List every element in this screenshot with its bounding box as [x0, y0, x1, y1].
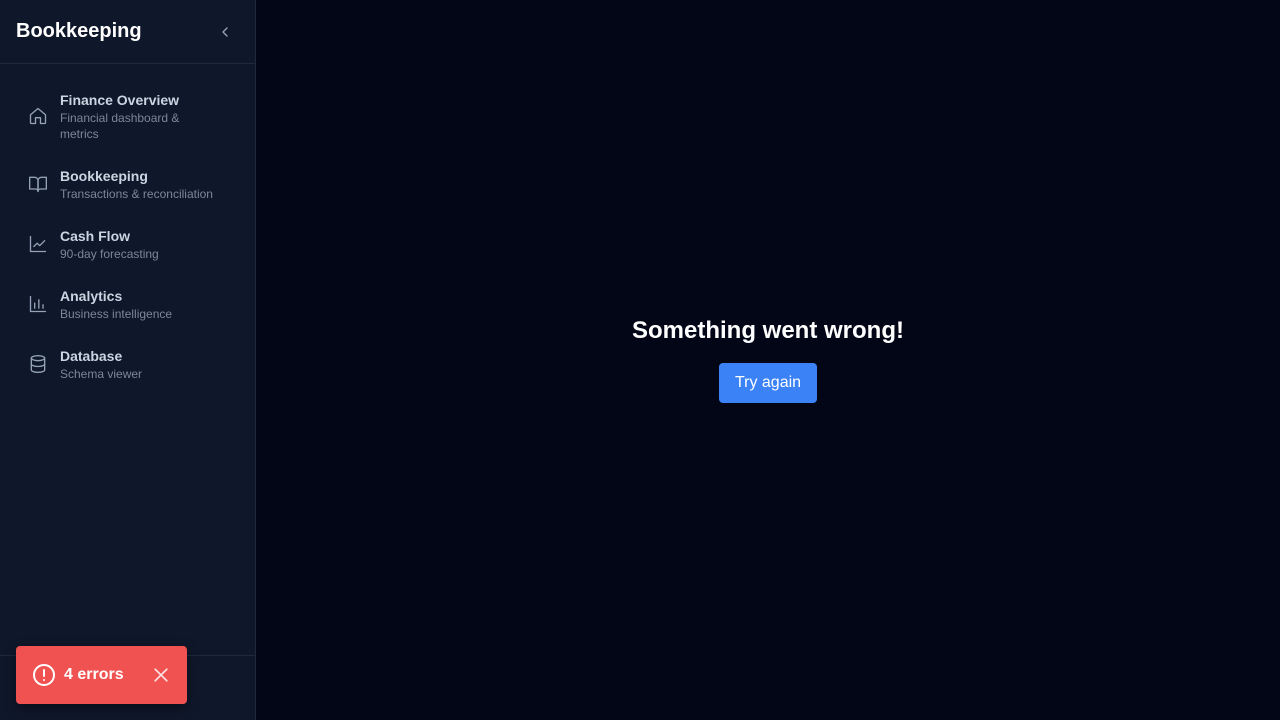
line-chart-icon — [29, 235, 47, 253]
alert-circle-icon — [33, 664, 55, 686]
collapse-sidebar-button[interactable] — [213, 20, 237, 44]
sidebar-item-description: 90-day forecasting — [60, 247, 159, 261]
sidebar-item-description: Financial dashboard & metrics — [60, 111, 180, 141]
database-icon — [30, 355, 46, 373]
sidebar-item-description: Transactions & reconciliation — [60, 187, 213, 201]
sidebar-item-label: Analytics — [60, 288, 123, 304]
sidebar-item-label: Cash Flow — [60, 228, 131, 244]
sidebar-item-description: Business intelligence — [60, 307, 173, 321]
sidebar-item-label: Database — [60, 348, 123, 364]
error-toast[interactable]: 4 errors — [16, 646, 187, 704]
sidebar-item-label: Finance Overview — [60, 92, 180, 108]
bar-chart-icon — [29, 295, 47, 313]
sidebar-item-description: Schema viewer — [60, 367, 143, 381]
sidebar-item-database[interactable]: Database Schema viewer — [12, 344, 243, 390]
sidebar-item-cash-flow[interactable]: Cash Flow 90-day forecasting — [12, 224, 243, 270]
close-icon[interactable] — [151, 665, 171, 685]
sidebar-nav: Finance Overview Financial dashboard & m… — [0, 64, 255, 390]
sidebar-item-finance-overview[interactable]: Finance Overview Financial dashboard & m… — [12, 88, 243, 150]
sidebar-item-analytics[interactable]: Analytics Business intelligence — [12, 284, 243, 330]
sidebar-item-label: Bookkeeping — [60, 168, 148, 184]
error-count-label: 4 errors — [64, 666, 124, 683]
try-again-button[interactable]: Try again — [718, 363, 818, 403]
error-title: Something went wrong! — [632, 317, 904, 344]
book-open-icon — [29, 176, 47, 193]
sidebar-item-bookkeeping[interactable]: Bookkeeping Transactions & reconciliatio… — [12, 164, 243, 210]
app-title: Bookkeeping — [16, 20, 142, 42]
main-content: Something went wrong! Try again — [256, 0, 1280, 720]
sidebar: Bookkeeping Finance Overview Financial d… — [0, 0, 256, 720]
chevron-left-icon — [222, 26, 228, 37]
sidebar-header: Bookkeeping — [0, 0, 255, 64]
home-icon — [29, 107, 47, 125]
